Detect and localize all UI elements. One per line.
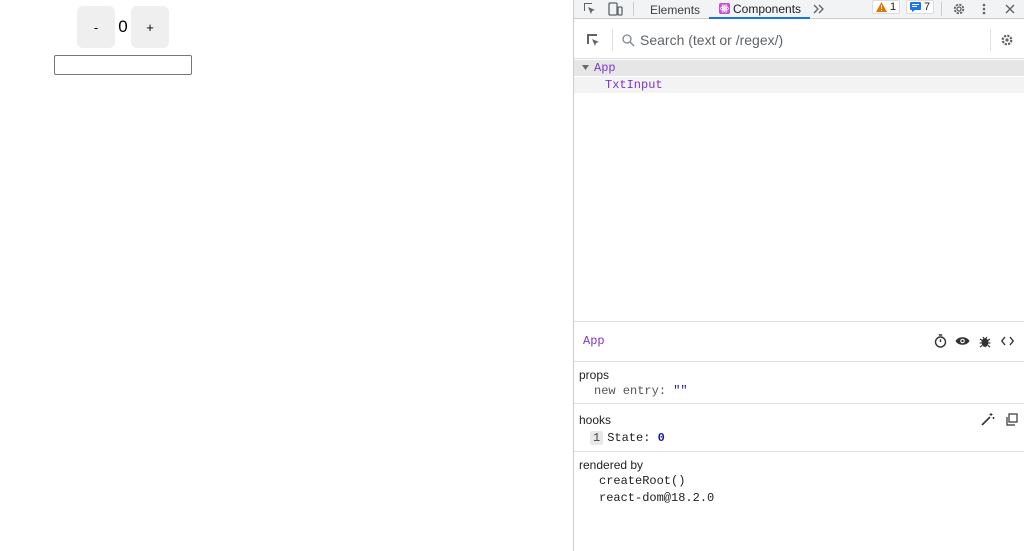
settings-gear-icon[interactable]	[950, 0, 968, 18]
hook-name: State	[607, 431, 644, 445]
inspect-element-icon[interactable]	[582, 0, 598, 18]
tab-components[interactable]: Components	[709, 0, 810, 19]
devtools-panel: Elements Components 1 7 Search (text or …	[573, 0, 1024, 551]
devtools-toolbar: Elements Components 1 7	[574, 0, 1024, 19]
view-source-code-icon[interactable]	[999, 333, 1015, 349]
warning-icon	[876, 2, 887, 12]
expand-triangle-icon[interactable]	[582, 65, 591, 71]
messages-badge[interactable]: 7	[906, 0, 935, 14]
inspected-element-header: App	[574, 323, 1024, 362]
prop-colon: :	[658, 384, 674, 398]
tree-item-label: App	[594, 61, 616, 75]
search-icon	[620, 31, 636, 49]
more-tabs-chevron-icon[interactable]	[812, 0, 826, 18]
warnings-badge[interactable]: 1	[872, 0, 901, 14]
hooks-title: hooks	[579, 413, 612, 427]
warnings-count: 1	[890, 1, 897, 13]
hook-row[interactable]: 1 State: 0	[590, 431, 665, 445]
text-input[interactable]	[54, 55, 192, 75]
tree-item-txtinput[interactable]: TxtInput	[574, 77, 1024, 93]
counter-value: 0	[118, 17, 128, 36]
hook-value[interactable]: 0	[658, 431, 665, 445]
suspend-stopwatch-icon[interactable]	[932, 333, 948, 349]
parse-hook-names-wand-icon[interactable]	[980, 411, 996, 427]
inspect-dom-eye-icon[interactable]	[954, 333, 970, 349]
component-tree: App TxtInput	[574, 60, 1024, 322]
search-input[interactable]	[640, 30, 970, 50]
component-search-bar	[574, 20, 1024, 59]
rendered-by-item[interactable]: react-dom@18.2.0	[599, 491, 714, 505]
tree-item-app[interactable]: App	[574, 60, 1024, 76]
props-title: props	[579, 368, 610, 382]
log-to-console-bug-icon[interactable]	[977, 333, 993, 349]
tab-elements[interactable]: Elements	[650, 0, 700, 19]
rendered-by-title: rendered by	[579, 458, 644, 472]
device-toolbar-icon[interactable]	[607, 0, 623, 18]
hook-colon: :	[643, 431, 658, 445]
toolbar-separator	[941, 2, 942, 16]
close-icon[interactable]	[1002, 0, 1018, 18]
react-logo-icon	[719, 3, 730, 14]
search-separator	[990, 29, 991, 51]
rendered-by-item[interactable]: createRoot()	[599, 474, 685, 488]
messages-count: 7	[924, 1, 931, 13]
select-component-icon[interactable]	[584, 30, 602, 50]
more-options-kebab-icon[interactable]	[976, 0, 992, 18]
inspected-component-name: App	[583, 334, 605, 348]
message-icon	[910, 2, 921, 12]
toolbar-separator	[633, 2, 634, 16]
prop-row[interactable]: new entry: ""	[594, 384, 688, 398]
tab-components-label: Components	[733, 1, 802, 16]
rendered-by-section: rendered by createRoot() react-dom@18.2.…	[574, 453, 1024, 551]
props-section: props new entry: ""	[574, 363, 1024, 404]
increment-button[interactable]: +	[131, 6, 169, 48]
components-settings-gear-icon[interactable]	[998, 30, 1016, 50]
app-page: - 0 +	[0, 0, 573, 551]
prop-value[interactable]: ""	[673, 384, 687, 398]
copy-icon[interactable]	[1003, 411, 1019, 427]
decrement-button[interactable]: -	[77, 6, 115, 48]
hook-index: 1	[590, 431, 604, 445]
prop-key: new entry	[594, 384, 659, 398]
tree-item-label: TxtInput	[605, 78, 663, 92]
search-separator	[612, 29, 613, 51]
hooks-section: hooks 1 State: 0	[574, 405, 1024, 452]
